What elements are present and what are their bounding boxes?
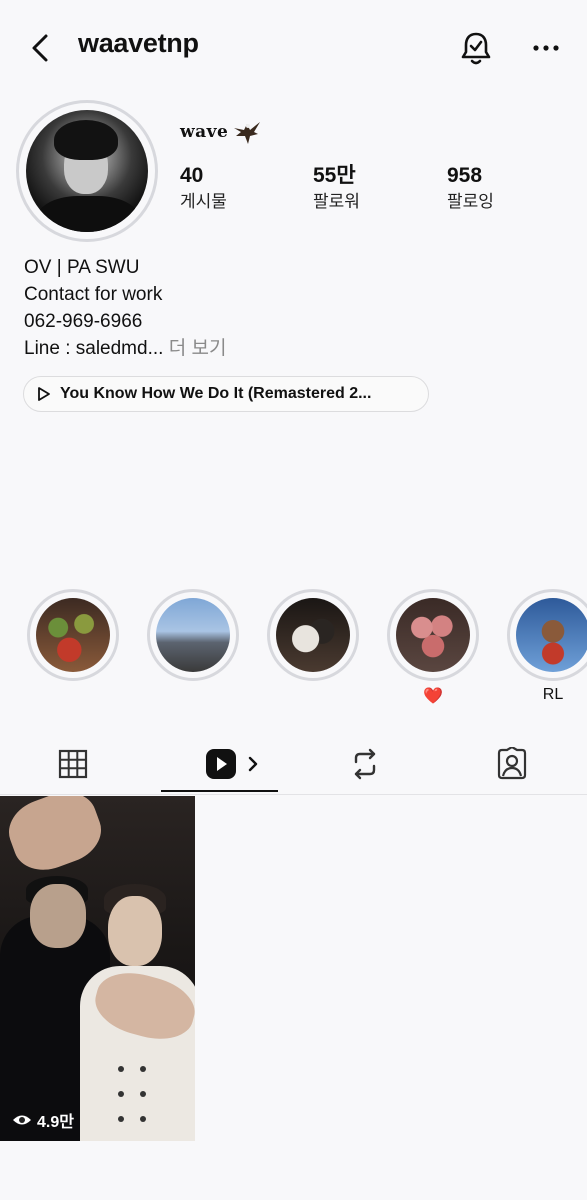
display-name: wave bbox=[180, 122, 229, 142]
back-button[interactable] bbox=[26, 28, 58, 68]
tab-reposts[interactable] bbox=[335, 740, 395, 788]
highlight-2[interactable] bbox=[147, 589, 239, 681]
bio-line: 062-969-6966 bbox=[24, 311, 143, 332]
stat-posts[interactable]: 40 게시물 bbox=[180, 162, 227, 214]
bio-more-link[interactable]: 더 보기 bbox=[169, 338, 227, 359]
highlight-cover bbox=[276, 598, 350, 672]
highlight-1[interactable] bbox=[27, 589, 119, 681]
reel-views: 4.9만 bbox=[12, 1108, 74, 1132]
stat-following-value: 958 bbox=[447, 164, 483, 187]
notifications-button[interactable] bbox=[458, 28, 494, 68]
avatar[interactable] bbox=[26, 110, 148, 232]
highlight-3[interactable] bbox=[267, 589, 359, 681]
eye-icon bbox=[13, 1115, 31, 1125]
bio: OV | PA SWU Contact for work 062-969-696… bbox=[24, 254, 226, 362]
highlight-4-label: ❤️ bbox=[423, 688, 443, 705]
bio-line: OV | PA SWU bbox=[24, 257, 140, 278]
tab-grid[interactable] bbox=[43, 740, 103, 788]
chevron-right-icon bbox=[248, 756, 258, 772]
chevron-left-icon bbox=[32, 34, 48, 62]
play-icon bbox=[38, 387, 50, 401]
reel-thumbnail[interactable]: 4.9만 bbox=[0, 796, 195, 1141]
bio-line-last: Line : saledmd... 더 보기 bbox=[24, 335, 226, 362]
highlight-cover bbox=[156, 598, 230, 672]
more-dots-icon bbox=[533, 45, 559, 51]
music-title: You Know How We Do It (Remastered 2... bbox=[60, 385, 372, 402]
more-options-button[interactable] bbox=[528, 32, 564, 64]
reels-icon bbox=[206, 749, 236, 779]
tab-divider bbox=[0, 794, 587, 795]
tab-reels[interactable] bbox=[197, 740, 267, 788]
bio-line: Line : saledmd... bbox=[24, 338, 164, 359]
stat-following-label: 팔로잉 bbox=[447, 192, 494, 211]
highlight-4[interactable] bbox=[387, 589, 479, 681]
grid-icon bbox=[58, 749, 88, 779]
stat-followers-value: 55만 bbox=[313, 164, 356, 187]
highlight-cover bbox=[396, 598, 470, 672]
profile-username: waavetnp bbox=[78, 28, 199, 58]
stat-posts-label: 게시물 bbox=[180, 192, 227, 211]
highlight-cover bbox=[36, 598, 110, 672]
tagged-person-icon bbox=[497, 747, 527, 780]
bell-check-icon bbox=[461, 32, 491, 65]
active-tab-indicator bbox=[161, 790, 278, 792]
repost-icon bbox=[354, 748, 376, 780]
reel-views-count: 4.9만 bbox=[37, 1114, 74, 1131]
stat-followers[interactable]: 55만 팔로워 bbox=[313, 162, 360, 214]
eagle-icon bbox=[232, 118, 262, 146]
highlight-5-label: RL bbox=[542, 686, 564, 703]
highlight-cover bbox=[516, 598, 587, 672]
profile-music-chip[interactable]: You Know How We Do It (Remastered 2... bbox=[23, 376, 429, 412]
tab-tagged[interactable] bbox=[482, 740, 542, 788]
stat-followers-label: 팔로워 bbox=[313, 192, 360, 211]
stat-posts-value: 40 bbox=[180, 164, 204, 187]
bio-line: Contact for work bbox=[24, 284, 163, 305]
stat-following[interactable]: 958 팔로잉 bbox=[447, 162, 494, 214]
highlight-5[interactable] bbox=[507, 589, 587, 681]
